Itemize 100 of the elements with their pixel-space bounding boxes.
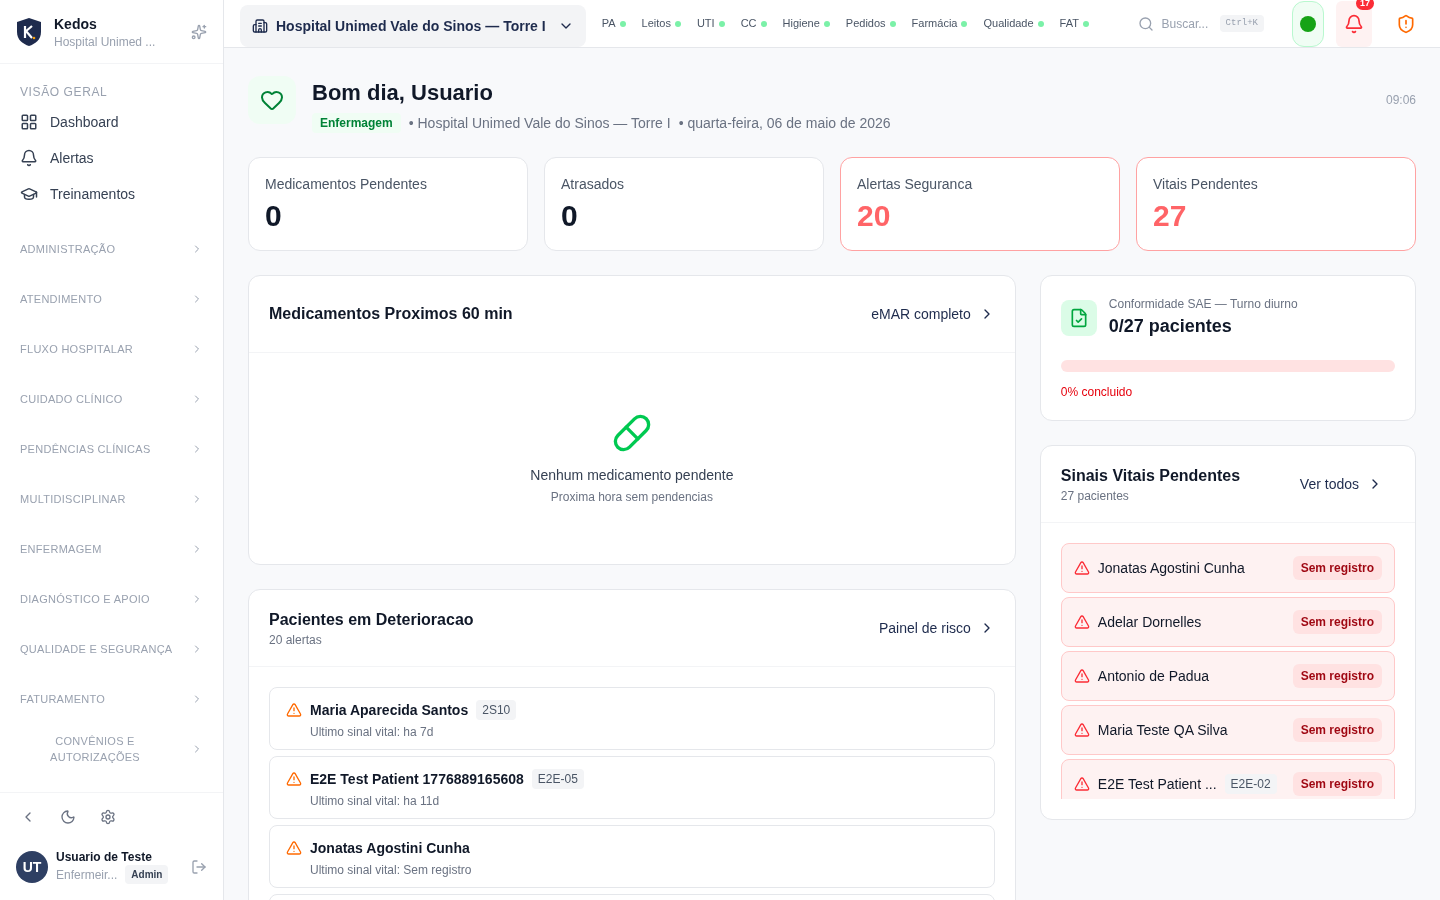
logout-icon[interactable] <box>191 858 207 875</box>
pill-icon <box>611 412 652 453</box>
clock-time: 09:06 <box>1385 92 1416 108</box>
bell-icon <box>1344 13 1364 34</box>
patient-name: Adelar Dornelles <box>1097 613 1203 632</box>
unit-text: • Hospital Unimed Vale do Sinos — Torre I <box>408 114 671 133</box>
card-title: Pacientes em Deterioracao <box>269 610 474 630</box>
nav-link[interactable]: Higiene <box>782 15 830 32</box>
card-link[interactable]: eMAR completo <box>871 304 995 324</box>
bed-tag: 2S10 <box>476 700 517 720</box>
nav-link[interactable]: Farmácia <box>911 15 968 32</box>
unit-selector[interactable]: Hospital Unimed Vale do Sinos — Torre I <box>240 4 586 47</box>
nav-link[interactable]: Pedidos <box>845 15 896 32</box>
vital-row[interactable]: Adelar Dornelles Sem registro <box>1060 597 1395 647</box>
shield-alert-icon[interactable] <box>1396 13 1416 34</box>
warning-icon <box>1073 560 1090 576</box>
patient-name: E2E Test Patient 1776889165608 <box>310 770 524 789</box>
stat-value: 20 <box>857 198 892 234</box>
patient-row[interactable]: E2E Test Patient 1776889165608 E2E-05 Ultimo sinal vital: ha 11d <box>269 756 995 819</box>
warning-icon <box>286 840 302 856</box>
nav-link[interactable]: Leitos <box>641 15 681 32</box>
bed-tag: E2E-02 <box>1224 774 1277 794</box>
user-role: Enfermeir... <box>56 866 118 883</box>
user-name: Usuario de Teste <box>56 849 153 865</box>
search-icon <box>1137 15 1154 32</box>
nav-link[interactable]: Qualidade <box>983 15 1044 32</box>
settings-icon[interactable] <box>100 809 116 825</box>
user-avatar: UT <box>16 850 48 883</box>
warning-icon <box>1073 614 1090 630</box>
empty-title: Nenhum medicamento pendente <box>530 465 734 485</box>
patient-name: Jonatas Agostini Cunha <box>1097 559 1246 578</box>
card-link[interactable]: Ver todos <box>1299 474 1383 494</box>
moon-icon[interactable] <box>60 809 76 825</box>
shield-logo-icon <box>16 16 42 47</box>
nav-link[interactable]: PA <box>601 15 626 32</box>
patient-note: Ultimo sinal vital: Sem registro <box>310 862 472 878</box>
warning-icon <box>1073 668 1090 684</box>
section-title: VISÃO GERAL <box>20 84 109 100</box>
stat-label: Medicamentos Pendentes <box>265 175 428 194</box>
file-check-icon <box>1060 300 1097 336</box>
vital-row[interactable]: Antonio de Padua Sem registro <box>1060 651 1395 701</box>
status-tag: Sem registro <box>1292 556 1382 580</box>
patient-note: Ultimo sinal vital: ha 7d <box>310 724 435 740</box>
status-tag: Sem registro <box>1292 610 1382 634</box>
greeting-title: Bom dia, Usuario <box>312 79 494 107</box>
vital-row[interactable]: Jonatas Agostini Cunha Sem registro <box>1060 543 1395 593</box>
patient-note: Ultimo sinal vital: ha 11d <box>310 793 441 809</box>
patient-name: Maria Aparecida Santos <box>310 701 469 720</box>
graduation-cap-icon <box>20 185 38 203</box>
patient-name: Antonio de Padua <box>1097 667 1211 686</box>
role-tag: Enfermagem <box>312 113 401 133</box>
warning-icon <box>1073 776 1090 792</box>
patient-name: Jonatas Agostini Cunha <box>310 839 470 858</box>
role-tag: Admin <box>125 865 169 884</box>
warning-icon <box>286 702 302 718</box>
bed-tag: E2E-05 <box>531 769 584 789</box>
stat-value: 0 <box>265 198 283 234</box>
bell-icon <box>20 149 38 167</box>
sae-value: 0/27 pacientes <box>1108 315 1233 338</box>
progress-caption: 0% concluido <box>1060 384 1134 400</box>
sae-title: Conformidade SAE — Turno diurno <box>1108 296 1298 312</box>
stat-value: 0 <box>561 198 579 234</box>
sidebar-item[interactable]: Dashboard <box>12 104 211 140</box>
card-subtitle: 20 alertas <box>269 632 323 648</box>
patient-name: E2E Test Patient ... <box>1097 775 1217 794</box>
date-text: • quarta-feira, 06 de maio de 2026 <box>678 114 891 133</box>
vital-row[interactable]: E2E Test Patient ... E2E-02 Sem registro <box>1060 759 1395 799</box>
brand-subtitle: Hospital Unimed ... <box>54 33 157 50</box>
status-button[interactable] <box>1292 0 1324 47</box>
shortcut-hint: Ctrl+K <box>1219 14 1264 33</box>
empty-subtitle: Proxima hora sem pendencias <box>550 488 713 505</box>
nav-link[interactable]: CC <box>740 15 767 32</box>
card-title: Medicamentos Proximos 60 min <box>269 304 513 324</box>
notification-count: 17 <box>1356 0 1374 10</box>
warning-icon <box>286 771 302 787</box>
building-icon <box>252 17 268 34</box>
status-tag: Sem registro <box>1292 772 1382 796</box>
sidebar-item[interactable]: Treinamentos <box>12 176 211 212</box>
card-link[interactable]: Painel de risco <box>878 618 995 638</box>
nav-link[interactable]: FAT <box>1059 15 1089 32</box>
warning-icon <box>1073 722 1090 738</box>
patient-row[interactable]: Maria Aparecida Santos 2S10 Ultimo sinal vital: ha 7d <box>269 687 995 750</box>
patient-name: Maria Teste QA Silva <box>1097 721 1229 740</box>
stat-label: Alertas Seguranca <box>857 175 974 194</box>
notification-button[interactable] <box>1336 0 1372 47</box>
nav-link[interactable]: UTI <box>696 15 725 32</box>
stat-value: 27 <box>1153 198 1188 234</box>
card-title: Sinais Vitais Pendentes <box>1060 466 1241 486</box>
status-tag: Sem registro <box>1292 664 1382 688</box>
stat-label: Vitais Pendentes <box>1153 175 1259 194</box>
stat-label: Atrasados <box>561 175 626 194</box>
patient-row[interactable]: Jonatas Agostini Cunha Ultimo sinal vital: Sem registro <box>269 825 995 888</box>
grid-icon <box>20 113 38 131</box>
vital-row[interactable]: Maria Teste QA Silva Sem registro <box>1060 705 1395 755</box>
search-field[interactable]: Buscar... <box>1161 15 1212 32</box>
sparkle-icon[interactable] <box>191 23 207 40</box>
status-tag: Sem registro <box>1292 718 1382 742</box>
brand-name: Kedos <box>54 14 98 34</box>
sidebar-item[interactable]: Alertas <box>12 140 211 176</box>
card-subtitle: 27 pacientes <box>1060 488 1130 504</box>
